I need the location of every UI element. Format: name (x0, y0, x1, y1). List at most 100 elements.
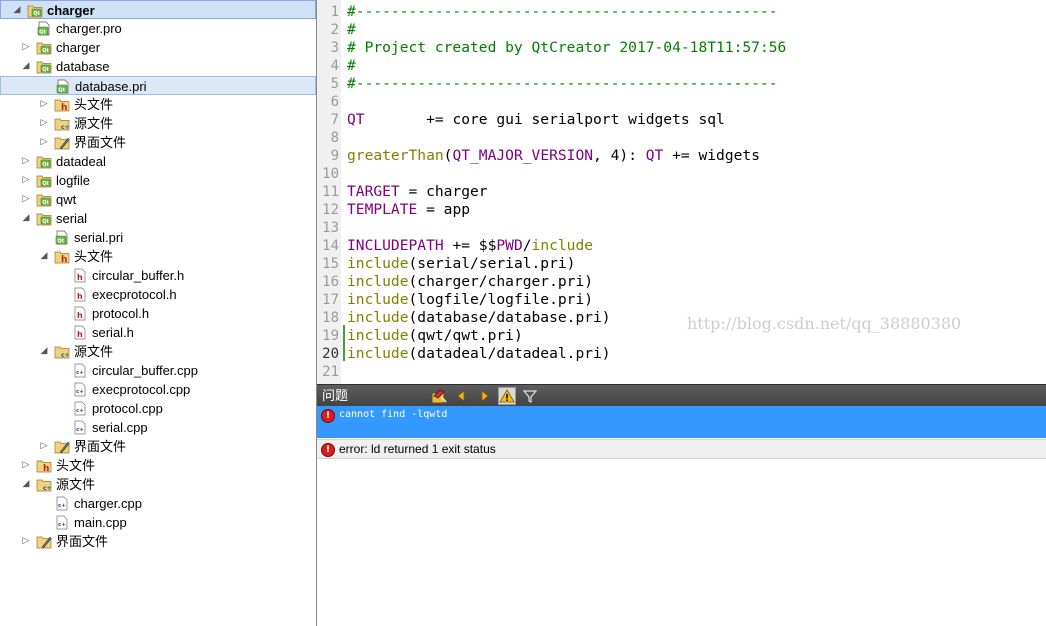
tree-item[interactable]: ▷ Qt charger (0, 38, 316, 57)
tree-item[interactable]: h protocol.h (0, 304, 316, 323)
code-line[interactable]: 7 QT += core gui serialport widgets sql (317, 111, 1046, 129)
code-line[interactable]: 11 TARGET = charger (317, 183, 1046, 201)
code-token-func: include (347, 255, 409, 272)
code-line[interactable]: 17 include(logfile/logfile.pri) (317, 291, 1046, 309)
code-line[interactable]: 2 # (317, 21, 1046, 39)
code-line[interactable]: 15 include(serial/serial.pri) (317, 255, 1046, 273)
sources-folder-icon: c+ (54, 116, 70, 131)
code-token-func: include (347, 345, 409, 362)
tree-item[interactable]: c+ serial.cpp (0, 418, 316, 437)
line-number: 5 (330, 76, 339, 92)
code-line[interactable]: 3 # Project created by QtCreator 2017-04-… (317, 39, 1046, 57)
code-line[interactable]: 12 TEMPLATE = app (317, 201, 1046, 219)
expand-arrow-icon[interactable]: ◢ (11, 1, 23, 20)
code-line[interactable]: 5 #--------------------------------------… (317, 75, 1046, 93)
collapse-arrow-icon[interactable]: ▷ (20, 152, 32, 171)
tree-item[interactable]: c+ protocol.cpp (0, 399, 316, 418)
tree-item[interactable]: ▷ h 头文件 (0, 456, 316, 475)
code-text: include(charger/charger.pri) (347, 273, 593, 291)
line-number: 14 (322, 238, 339, 254)
tree-item[interactable]: ▷ Qt logfile (0, 171, 316, 190)
tree-item[interactable]: c+ charger.cpp (0, 494, 316, 513)
tree-item[interactable]: ▷ Qt qwt (0, 190, 316, 209)
code-token-plain: (charger/charger.pri) (408, 273, 594, 290)
expand-arrow-icon[interactable]: ◢ (38, 247, 50, 266)
collapse-arrow-icon[interactable]: ▷ (20, 456, 32, 475)
tree-item[interactable]: ◢ Qt serial (0, 209, 316, 228)
collapse-arrow-icon[interactable]: ▷ (20, 171, 32, 190)
tree-item[interactable]: c+ execprotocol.cpp (0, 380, 316, 399)
tree-item[interactable]: c+ main.cpp (0, 513, 316, 532)
code-line[interactable]: 19 include(qwt/qwt.pri) (317, 327, 1046, 345)
code-line[interactable]: 16 include(charger/charger.pri) (317, 273, 1046, 291)
tree-item-label: charger (56, 40, 101, 55)
tree-item[interactable]: ▷ Qt datadeal (0, 152, 316, 171)
code-text: include(datadeal/datadeal.pri) (347, 345, 611, 363)
code-line[interactable]: 1 #--------------------------------------… (317, 3, 1046, 21)
expand-arrow-icon[interactable]: ◢ (38, 342, 50, 361)
code-editor[interactable]: http://blog.csdn.net/qq_38880380 1 #-----… (317, 0, 1046, 384)
tree-item[interactable]: Qt database.pri (0, 76, 316, 95)
tree-item[interactable]: ◢ Qt charger (0, 0, 316, 19)
code-token-plain: , 4): (593, 147, 646, 164)
collapse-arrow-icon[interactable]: ▷ (38, 133, 50, 152)
code-line[interactable]: 13 (317, 219, 1046, 237)
tree-item[interactable]: ◢ h 头文件 (0, 247, 316, 266)
svg-text:Qt: Qt (42, 48, 49, 54)
code-line[interactable]: 14 INCLUDEPATH += $$PWD/include (317, 237, 1046, 255)
issue-item-selected[interactable]: ! cannot find -lqwtd (317, 406, 1046, 438)
svg-text:h: h (77, 273, 83, 282)
tree-item[interactable]: ◢ Qt database (0, 57, 316, 76)
issue-item[interactable]: ! error: ld returned 1 exit status (317, 439, 1046, 459)
tree-item[interactable]: ▷ h 头文件 (0, 95, 316, 114)
code-token-func: include (531, 237, 594, 254)
code-line[interactable]: 8 (317, 129, 1046, 147)
filter-icon[interactable] (522, 388, 538, 404)
tree-item[interactable]: h serial.h (0, 323, 316, 342)
line-number: 16 (322, 274, 339, 290)
next-icon[interactable] (476, 388, 492, 404)
expand-arrow-icon[interactable]: ◢ (20, 57, 32, 76)
tree-item[interactable]: h circular_buffer.h (0, 266, 316, 285)
svg-text:h: h (61, 103, 67, 112)
collapse-arrow-icon[interactable]: ▷ (38, 437, 50, 456)
code-line[interactable]: 21 (317, 363, 1046, 381)
code-line[interactable]: 10 (317, 165, 1046, 183)
collapse-arrow-icon[interactable]: ▷ (20, 38, 32, 57)
previous-icon[interactable] (454, 388, 470, 404)
code-token-comment: #---------------------------------------… (347, 75, 778, 92)
tree-item[interactable]: ◢ c+ 源文件 (0, 475, 316, 494)
forms-folder-icon (54, 439, 70, 454)
tree-item[interactable]: c+ circular_buffer.cpp (0, 361, 316, 380)
tree-item-label: 界面文件 (74, 135, 127, 150)
code-line[interactable]: 6 (317, 93, 1046, 111)
expand-arrow-icon[interactable]: ◢ (20, 209, 32, 228)
warning-filter-icon[interactable] (498, 387, 516, 405)
tree-item[interactable]: Qt serial.pri (0, 228, 316, 247)
svg-text:c+: c+ (76, 427, 84, 433)
code-line[interactable]: 20 include(datadeal/datadeal.pri) (317, 345, 1046, 363)
line-number: 10 (322, 166, 339, 182)
code-line[interactable]: 18 include(database/database.pri) (317, 309, 1046, 327)
collapse-arrow-icon[interactable]: ▷ (20, 532, 32, 551)
headers-folder-icon: h (54, 97, 70, 113)
tree-item[interactable]: Qt charger.pro (0, 19, 316, 38)
tree-item[interactable]: ◢ c+ 源文件 (0, 342, 316, 361)
expand-arrow-icon[interactable]: ◢ (20, 475, 32, 494)
code-line[interactable]: 9 greaterThan(QT_MAJOR_VERSION, 4): QT +=… (317, 147, 1046, 165)
tree-item[interactable]: ▷ c+ 源文件 (0, 114, 316, 133)
build-icon[interactable] (431, 388, 447, 404)
code-line[interactable]: 4 # (317, 57, 1046, 75)
collapse-arrow-icon[interactable]: ▷ (38, 114, 50, 133)
cpp-file-icon: c+ (54, 496, 70, 511)
forms-folder-icon (54, 135, 70, 150)
tree-item-label: 源文件 (74, 344, 114, 359)
line-number: 2 (330, 22, 339, 38)
code-token-plain: (datadeal/datadeal.pri) (408, 345, 611, 362)
tree-item[interactable]: ▷ 界面文件 (0, 437, 316, 456)
tree-item[interactable]: h execprotocol.h (0, 285, 316, 304)
tree-item[interactable]: ▷ 界面文件 (0, 532, 316, 551)
tree-item[interactable]: ▷ 界面文件 (0, 133, 316, 152)
collapse-arrow-icon[interactable]: ▷ (38, 95, 50, 114)
collapse-arrow-icon[interactable]: ▷ (20, 190, 32, 209)
